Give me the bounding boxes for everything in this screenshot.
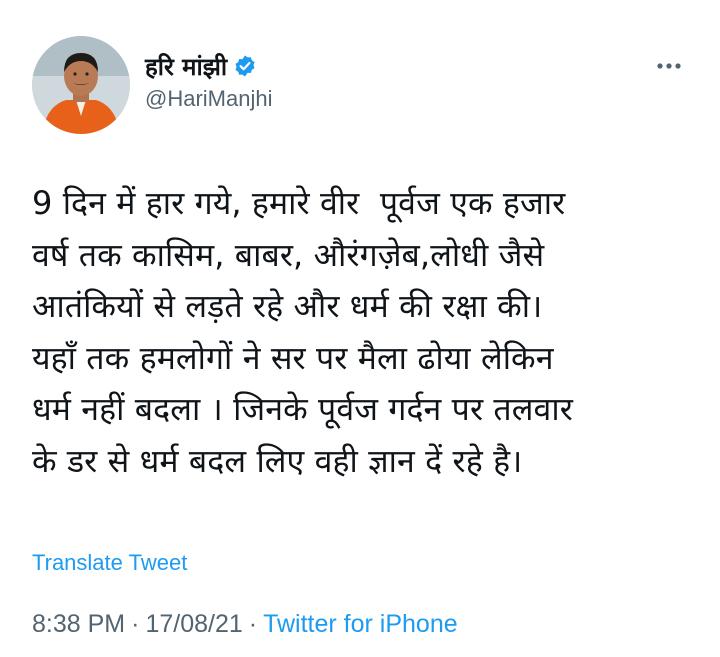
more-options-icon[interactable] bbox=[654, 56, 684, 76]
tweet-card: हरि मांझी @HariManjhi 9 दिन में हार गये,… bbox=[0, 0, 720, 657]
tweet-source-link[interactable]: Twitter for iPhone bbox=[263, 610, 458, 638]
user-handle[interactable]: @HariManjhi bbox=[145, 86, 272, 112]
avatar-image bbox=[32, 36, 130, 134]
display-name[interactable]: हरि मांझी bbox=[145, 50, 227, 83]
verified-badge-icon bbox=[233, 54, 257, 78]
tweet-time[interactable]: 8:38 PM bbox=[32, 610, 125, 638]
tweet-date[interactable]: 17/08/21 bbox=[145, 610, 242, 638]
meta-separator: · bbox=[248, 610, 258, 638]
tweet-metadata: 8:38 PM · 17/08/21 · Twitter for iPhone bbox=[32, 610, 458, 639]
meta-separator: · bbox=[131, 610, 140, 638]
translate-tweet-link[interactable]: Translate Tweet bbox=[32, 550, 187, 576]
tweet-text: 9 दिन में हार गये, हमारे वीर पूर्वज एक ह… bbox=[32, 184, 573, 480]
author-names: हरि मांझी @HariManjhi bbox=[145, 48, 272, 112]
tweet-header: हरि मांझी @HariManjhi bbox=[32, 36, 688, 146]
avatar[interactable] bbox=[32, 36, 130, 134]
display-name-row: हरि मांझी bbox=[145, 48, 272, 84]
